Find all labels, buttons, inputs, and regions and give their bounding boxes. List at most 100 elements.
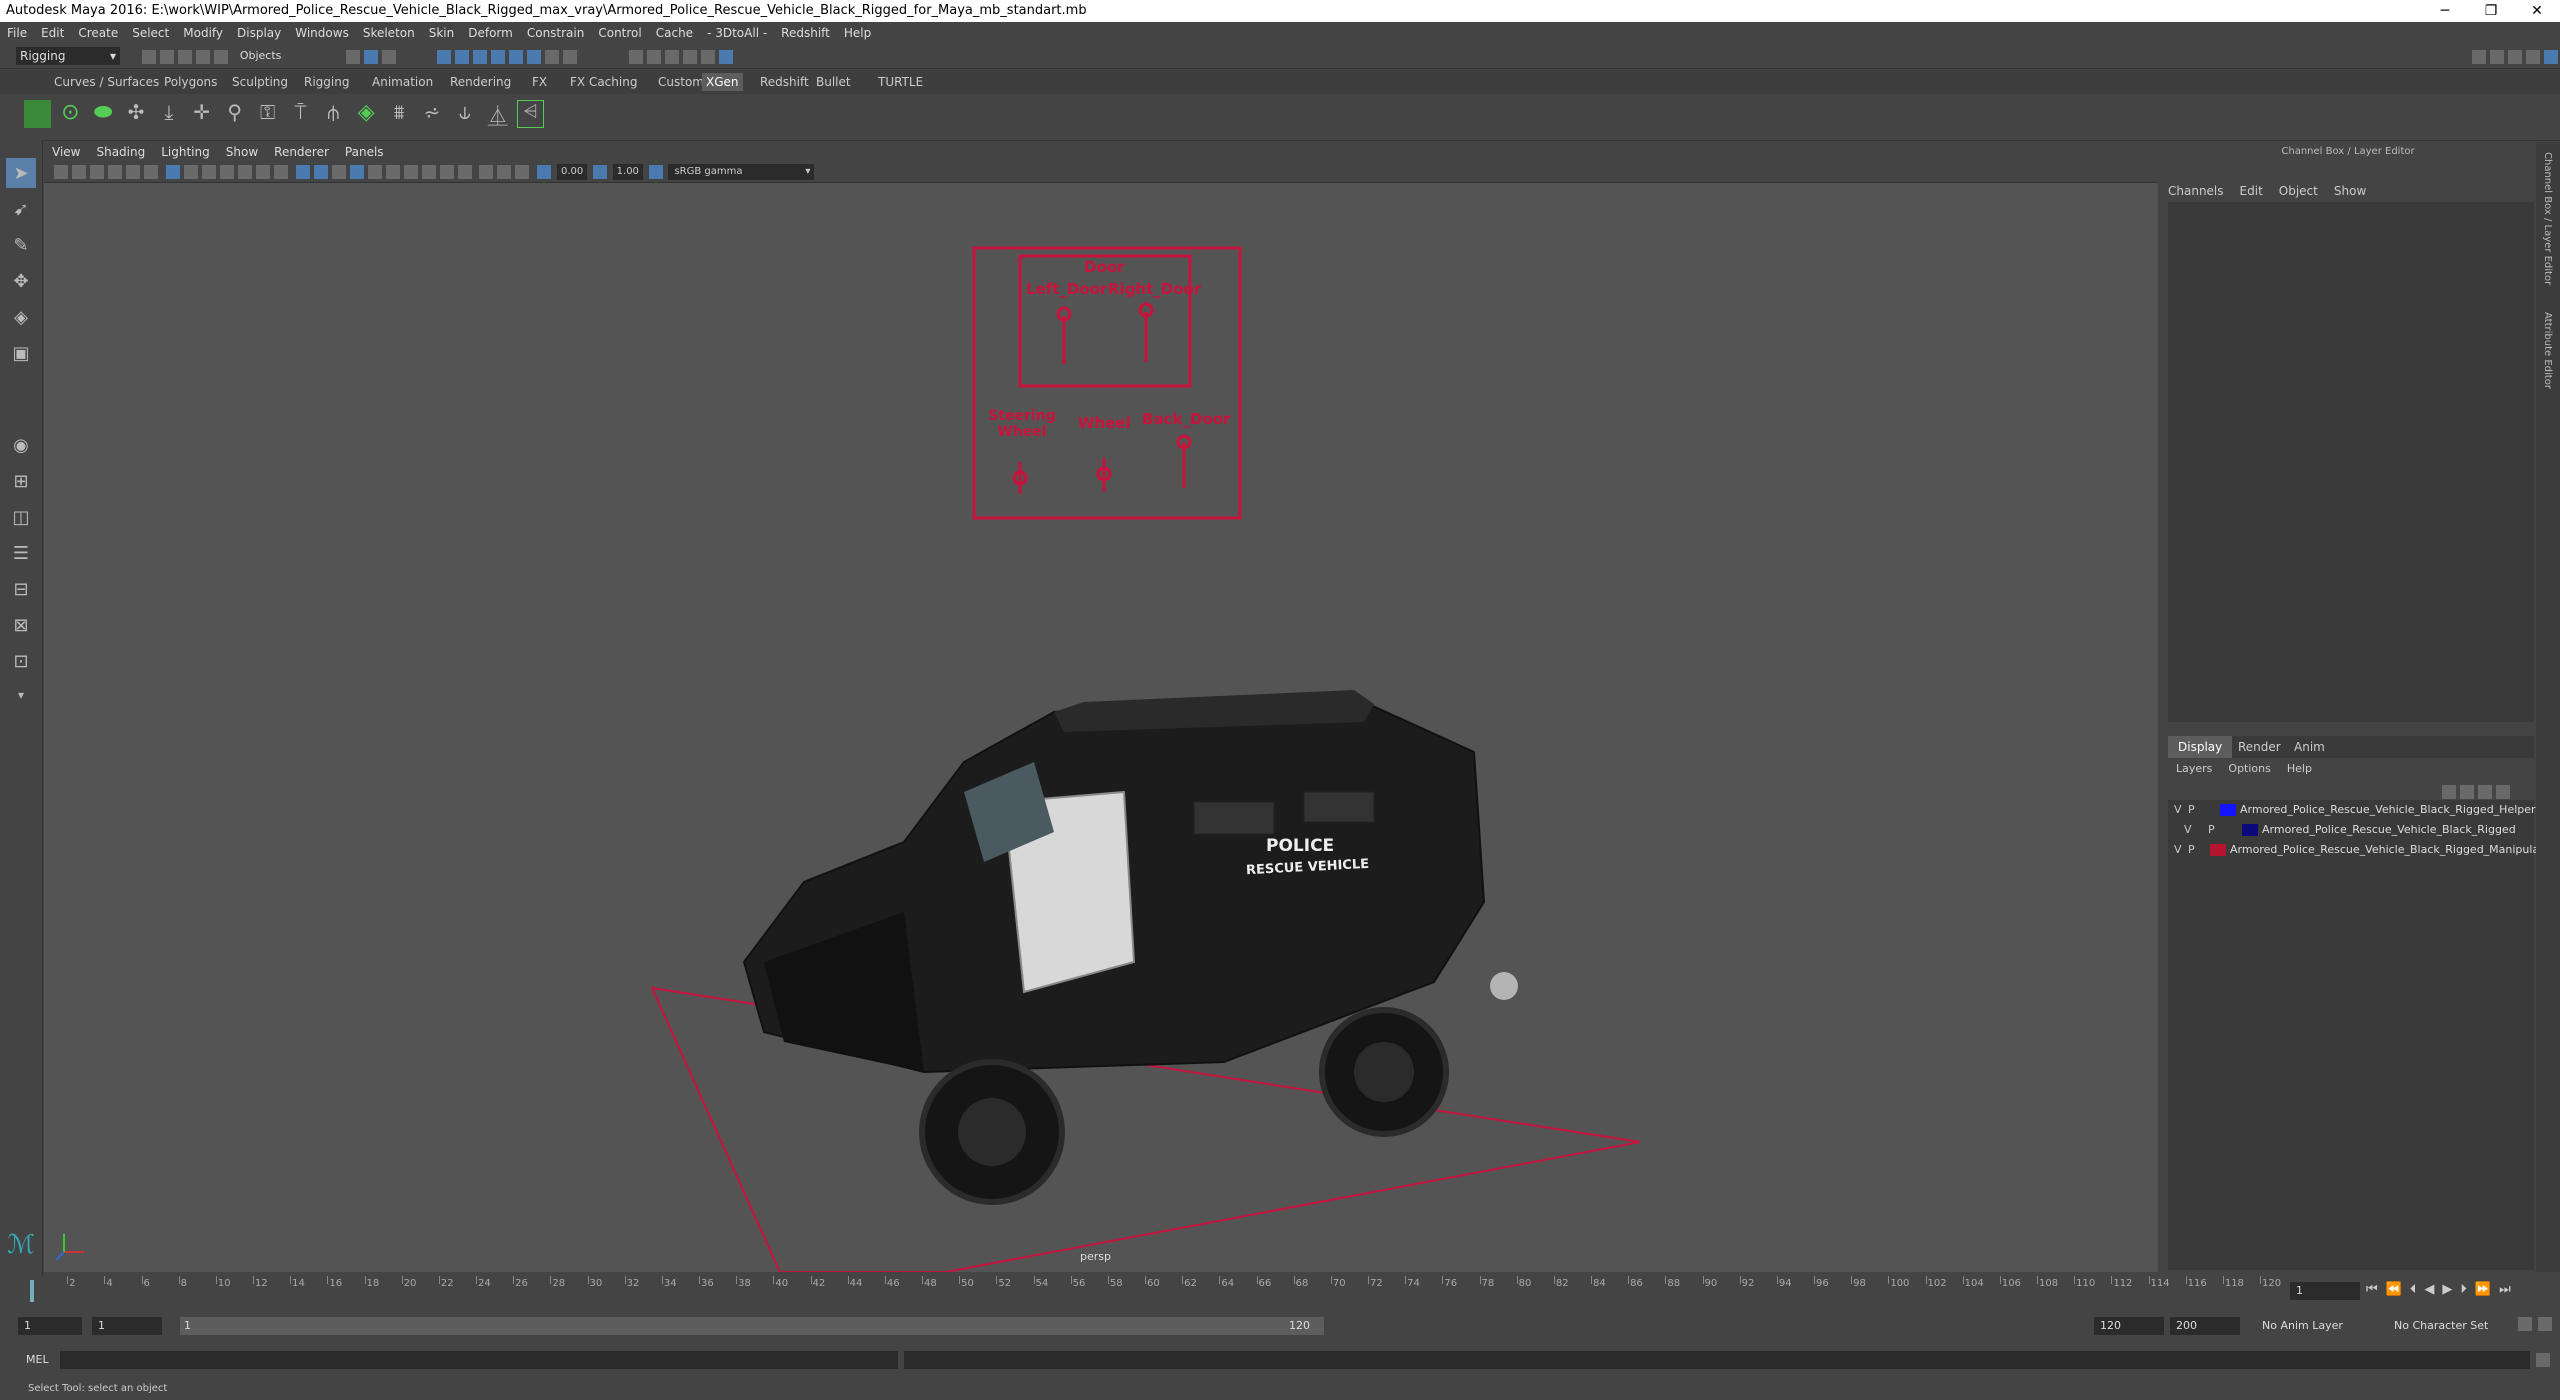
layer-visibility-toggle[interactable]: V xyxy=(2174,800,2182,820)
place-guide-icon[interactable]: ✛ xyxy=(188,100,215,128)
playback-end-field[interactable]: 120 xyxy=(2094,1317,2164,1335)
channel-box-area[interactable] xyxy=(2168,202,2534,722)
side-tab-channel-box[interactable]: Channel Box / Layer Editor xyxy=(2542,152,2553,285)
layer-stack-icon[interactable]: ◈ xyxy=(353,100,380,128)
playback-start-field[interactable]: 1 xyxy=(92,1317,162,1335)
viewport-menu-5[interactable]: Panels xyxy=(337,142,392,162)
redo-icon[interactable] xyxy=(214,50,228,64)
animation-start-field[interactable]: 1 xyxy=(18,1317,82,1335)
gamma-icon[interactable] xyxy=(592,165,607,179)
add-guide-icon[interactable]: ✣ xyxy=(123,100,150,128)
depth-of-field-icon[interactable] xyxy=(457,165,472,179)
step-forward-frame-icon[interactable]: ⏵ xyxy=(2460,1282,2475,1297)
shelf-tab-11[interactable]: Bullet xyxy=(812,73,855,91)
current-frame-field[interactable]: 1 xyxy=(2290,1282,2360,1300)
side-tab-attribute-editor[interactable]: Attribute Editor xyxy=(2542,312,2553,389)
move-layer-down-icon[interactable] xyxy=(2460,785,2474,799)
rotate-tool-icon[interactable]: ◈ xyxy=(6,302,36,332)
redshift-render-icon[interactable] xyxy=(718,50,733,64)
flatten-icon[interactable]: ⏅ xyxy=(484,100,511,128)
viewport-menu-2[interactable]: Lighting xyxy=(153,142,218,162)
render-current-icon[interactable] xyxy=(646,50,661,64)
script-editor-icon[interactable] xyxy=(2536,1353,2550,1367)
textured-icon[interactable] xyxy=(349,165,364,179)
command-language-label[interactable]: MEL xyxy=(26,1351,49,1369)
hypershade-layout-icon[interactable]: ⊠ xyxy=(6,610,36,640)
motion-blur-icon[interactable] xyxy=(421,165,436,179)
safe-title-icon[interactable] xyxy=(273,165,288,179)
xgen-guide-icon[interactable]: ⊙ xyxy=(57,100,84,128)
comb-icon[interactable]: ⩩ xyxy=(386,100,413,128)
shelf-tab-9[interactable]: XGen xyxy=(702,73,743,91)
maximize-button[interactable]: ❐ xyxy=(2468,0,2514,22)
layer-playback-toggle[interactable]: P xyxy=(2208,820,2215,840)
menu-item-14[interactable]: Redshift xyxy=(774,22,837,44)
menu-item-5[interactable]: Display xyxy=(230,22,288,44)
shelf-tab-3[interactable]: Rigging xyxy=(300,73,353,91)
wireframe-icon[interactable] xyxy=(295,165,310,179)
channel-box-toggle-icon[interactable] xyxy=(2544,50,2558,64)
xray-icon[interactable] xyxy=(497,165,512,179)
menu-item-7[interactable]: Skeleton xyxy=(356,22,422,44)
image-plane-icon[interactable] xyxy=(108,165,122,179)
snap-live-icon[interactable] xyxy=(527,50,542,64)
shelf-tab-5[interactable]: Rendering xyxy=(446,73,515,91)
new-scene-icon[interactable] xyxy=(142,50,156,64)
move-layer-up-icon[interactable] xyxy=(2442,785,2456,799)
anti-aliasing-icon[interactable] xyxy=(439,165,454,179)
groom-icon[interactable]: ⫝ xyxy=(451,100,478,128)
play-backward-icon[interactable]: ◀ xyxy=(2424,1282,2442,1297)
human-ik-icon[interactable] xyxy=(2490,50,2504,64)
viewport-persp[interactable]: Door Left_Door Right_Door Steering Wheel… xyxy=(44,142,2158,1272)
render-view-icon[interactable] xyxy=(628,50,643,64)
selection-mode-label[interactable]: Objects xyxy=(234,49,340,65)
snap-point-icon[interactable] xyxy=(473,50,488,64)
move-tool-icon[interactable]: ✥ xyxy=(6,266,36,296)
film-gate-icon[interactable] xyxy=(183,165,198,179)
layer-playback-toggle[interactable]: P xyxy=(2188,840,2195,860)
render-settings-icon[interactable] xyxy=(682,50,697,64)
view-transform-dropdown[interactable]: sRGB gamma ▾ xyxy=(668,164,815,180)
current-time-marker[interactable] xyxy=(30,1280,34,1302)
field-chart-icon[interactable] xyxy=(237,165,252,179)
layer-playback-toggle[interactable]: P xyxy=(2188,800,2195,820)
rebuild-icon[interactable]: ⩫ xyxy=(419,100,446,128)
lock-guide-icon[interactable]: ⚿ xyxy=(254,100,281,128)
xray-joints-icon[interactable] xyxy=(515,165,530,179)
snap-surface-icon[interactable] xyxy=(509,50,524,64)
channel-box-menu-3[interactable]: Show xyxy=(2326,180,2374,202)
guide-tool-icon[interactable]: ⤓ xyxy=(156,100,183,128)
shelf-tab-2[interactable]: Sculpting xyxy=(228,73,292,91)
layer-row[interactable]: V P Armored_Police_Rescue_Vehicle_Black_Ri… xyxy=(2168,840,2539,860)
close-button[interactable]: ✕ xyxy=(2514,0,2560,22)
menu-item-10[interactable]: Constrain xyxy=(520,22,592,44)
ambient-occlusion-icon[interactable] xyxy=(403,165,418,179)
more-layouts-icon[interactable]: ▾ xyxy=(6,680,36,710)
layer-row[interactable]: V P Armored_Police_Rescue_Vehicle_Black_Ri… xyxy=(2168,800,2541,820)
shelf-tab-10[interactable]: Redshift xyxy=(756,73,813,91)
minimize-button[interactable]: ─ xyxy=(2422,0,2468,22)
viewport-menu-4[interactable]: Renderer xyxy=(266,142,337,162)
layer-visibility-toggle[interactable]: V xyxy=(2184,820,2192,840)
layer-color-swatch[interactable] xyxy=(2242,824,2258,836)
gate-mask-icon[interactable] xyxy=(219,165,234,179)
ipr-render-icon[interactable] xyxy=(664,50,679,64)
channel-box-menu-0[interactable]: Channels xyxy=(2160,180,2232,202)
step-forward-key-icon[interactable]: ⏩ xyxy=(2475,1282,2499,1297)
exposure-field[interactable]: 0.00 xyxy=(557,164,588,180)
smooth-shade-icon[interactable] xyxy=(313,165,328,179)
exposure-icon[interactable] xyxy=(537,165,552,179)
channel-box-menu-1[interactable]: Edit xyxy=(2232,180,2271,202)
anim-layer-dropdown[interactable]: No Anim Layer xyxy=(2262,1317,2380,1335)
new-layer-selected-icon[interactable] xyxy=(2496,785,2510,799)
resolution-gate-icon[interactable] xyxy=(201,165,216,179)
modeling-toolkit-icon[interactable] xyxy=(2472,50,2486,64)
shelf-tab-7[interactable]: FX Caching xyxy=(566,73,641,91)
magnet-icon[interactable] xyxy=(563,50,578,64)
select-tool-icon[interactable]: ➤ xyxy=(6,158,36,188)
menu-item-4[interactable]: Modify xyxy=(176,22,230,44)
step-back-frame-icon[interactable]: ⏴ xyxy=(2410,1282,2425,1297)
go-to-start-icon[interactable]: ⏮ xyxy=(2366,1282,2386,1297)
shelf-tab-0[interactable]: Curves / Surfaces xyxy=(50,73,163,91)
layer-tab-2[interactable]: Anim xyxy=(2284,736,2335,758)
